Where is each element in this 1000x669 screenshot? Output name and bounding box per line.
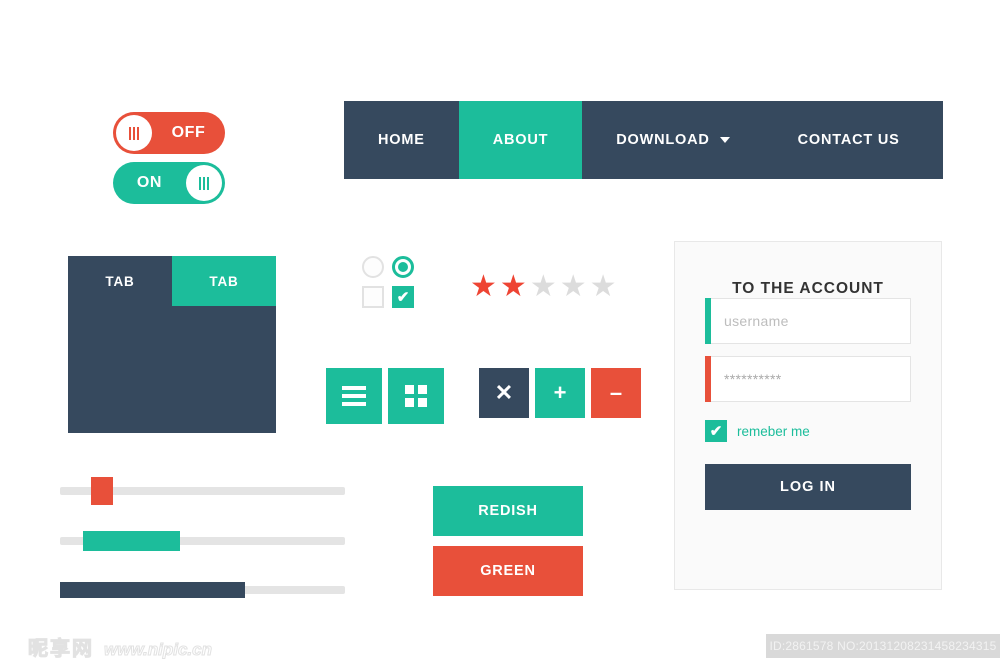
plus-icon: + <box>553 380 567 405</box>
checkbox-checked[interactable]: ✔ <box>392 286 414 308</box>
remember-me-checkbox[interactable]: ✔ <box>705 420 727 442</box>
star-rating: ★ ★ ★ ★ ★ <box>470 272 617 302</box>
slider-handle-red[interactable] <box>91 477 114 505</box>
username-field-wrapper[interactable] <box>705 298 911 344</box>
toggle-switch-off[interactable]: OFF <box>113 112 225 154</box>
password-accent-bar <box>705 356 711 402</box>
tab-second-label: TAB <box>209 273 239 289</box>
choice-controls: ✔ <box>362 256 414 316</box>
chevron-down-icon <box>719 137 730 143</box>
nav-item-home[interactable]: HOME <box>344 101 459 179</box>
tab-second[interactable]: TAB <box>172 256 276 306</box>
checkbox-unchecked[interactable] <box>362 286 384 308</box>
progress-track-navy[interactable] <box>60 582 345 598</box>
slider-track-teal[interactable] <box>60 531 345 551</box>
nav-item-contact-us[interactable]: CONTACT US <box>764 101 934 179</box>
nav-item-about-label: ABOUT <box>492 132 549 148</box>
watermark-brand: 昵享网 <box>28 638 94 661</box>
nav-item-download-label: DOWNLOAD <box>616 132 710 148</box>
toggle-knob-on-icon[interactable] <box>186 165 222 201</box>
star-icon-2[interactable]: ★ <box>500 272 527 302</box>
watermark-url: www.nipic.cn <box>104 640 213 660</box>
remember-me-label: remeber me <box>737 423 810 439</box>
radio-unchecked[interactable] <box>362 256 384 278</box>
main-navigation: HOME ABOUT DOWNLOAD CONTACT US <box>344 101 943 179</box>
minus-icon: – <box>609 380 623 405</box>
tab-content-panel <box>68 306 276 433</box>
redish-button[interactable]: REDISH <box>433 486 583 536</box>
close-button[interactable]: ✕ <box>479 368 529 418</box>
slider-track-red[interactable] <box>60 477 345 505</box>
tab-bar: TAB TAB <box>68 256 276 306</box>
star-icon-1[interactable]: ★ <box>470 272 497 302</box>
remove-button[interactable]: – <box>591 368 641 418</box>
nav-item-contact-us-label: CONTACT US <box>797 132 900 148</box>
tab-component: TAB TAB <box>68 256 276 433</box>
green-button[interactable]: GREEN <box>433 546 583 596</box>
tab-first[interactable]: TAB <box>68 256 172 306</box>
slider-range-teal[interactable] <box>82 531 180 551</box>
tab-first-label: TAB <box>105 273 135 289</box>
list-view-button[interactable] <box>326 368 382 424</box>
grid-view-button[interactable] <box>388 368 444 424</box>
action-buttons: ✕ + – <box>479 368 641 418</box>
checkbox-row: ✔ <box>362 286 414 308</box>
password-field-wrapper[interactable] <box>705 356 911 402</box>
progress-fill-navy <box>60 582 246 598</box>
login-button[interactable]: LOG IN <box>705 464 911 510</box>
star-icon-5[interactable]: ★ <box>590 272 617 302</box>
view-mode-buttons <box>326 368 444 424</box>
redish-button-label: REDISH <box>478 503 538 519</box>
username-accent-bar <box>705 298 711 344</box>
radio-row <box>362 256 414 278</box>
toggle-on-label: ON <box>136 174 163 191</box>
add-button[interactable]: + <box>535 368 585 418</box>
image-id-bar: ID:2861578 NO:20131208231458234315 <box>766 634 1000 658</box>
login-button-label: LOG IN <box>780 479 836 495</box>
nav-item-about[interactable]: ABOUT <box>458 101 583 179</box>
close-icon: ✕ <box>494 380 514 405</box>
radio-dot-icon <box>398 262 408 272</box>
image-id-text: ID:2861578 NO:20131208231458234315 <box>769 639 997 653</box>
toggle-off-label: OFF <box>171 124 206 141</box>
check-icon: ✔ <box>709 422 723 440</box>
toggle-switch-on[interactable]: ON <box>113 162 225 204</box>
watermark: 昵享网 www.nipic.cn <box>28 632 213 661</box>
password-input[interactable] <box>706 370 910 388</box>
login-panel-title: TO THE ACCOUNT <box>732 280 884 297</box>
list-icon <box>342 386 366 406</box>
star-icon-4[interactable]: ★ <box>560 272 587 302</box>
toggle-knob-off-icon[interactable] <box>116 115 152 151</box>
login-panel: TO THE ACCOUNT ✔ remeber me LOG IN <box>674 241 942 590</box>
grid-icon <box>405 385 427 407</box>
username-input[interactable] <box>706 312 910 330</box>
check-icon: ✔ <box>396 288 410 306</box>
radio-checked[interactable] <box>392 256 414 278</box>
star-icon-3[interactable]: ★ <box>530 272 557 302</box>
nav-item-home-label: HOME <box>378 132 425 148</box>
green-button-label: GREEN <box>480 563 536 579</box>
nav-item-download[interactable]: DOWNLOAD <box>582 101 763 179</box>
remember-me-row[interactable]: ✔ remeber me <box>705 420 941 442</box>
ui-kit-canvas: OFF ON HOME ABOUT DOWNLOAD CONTACT US TA… <box>0 0 1000 669</box>
